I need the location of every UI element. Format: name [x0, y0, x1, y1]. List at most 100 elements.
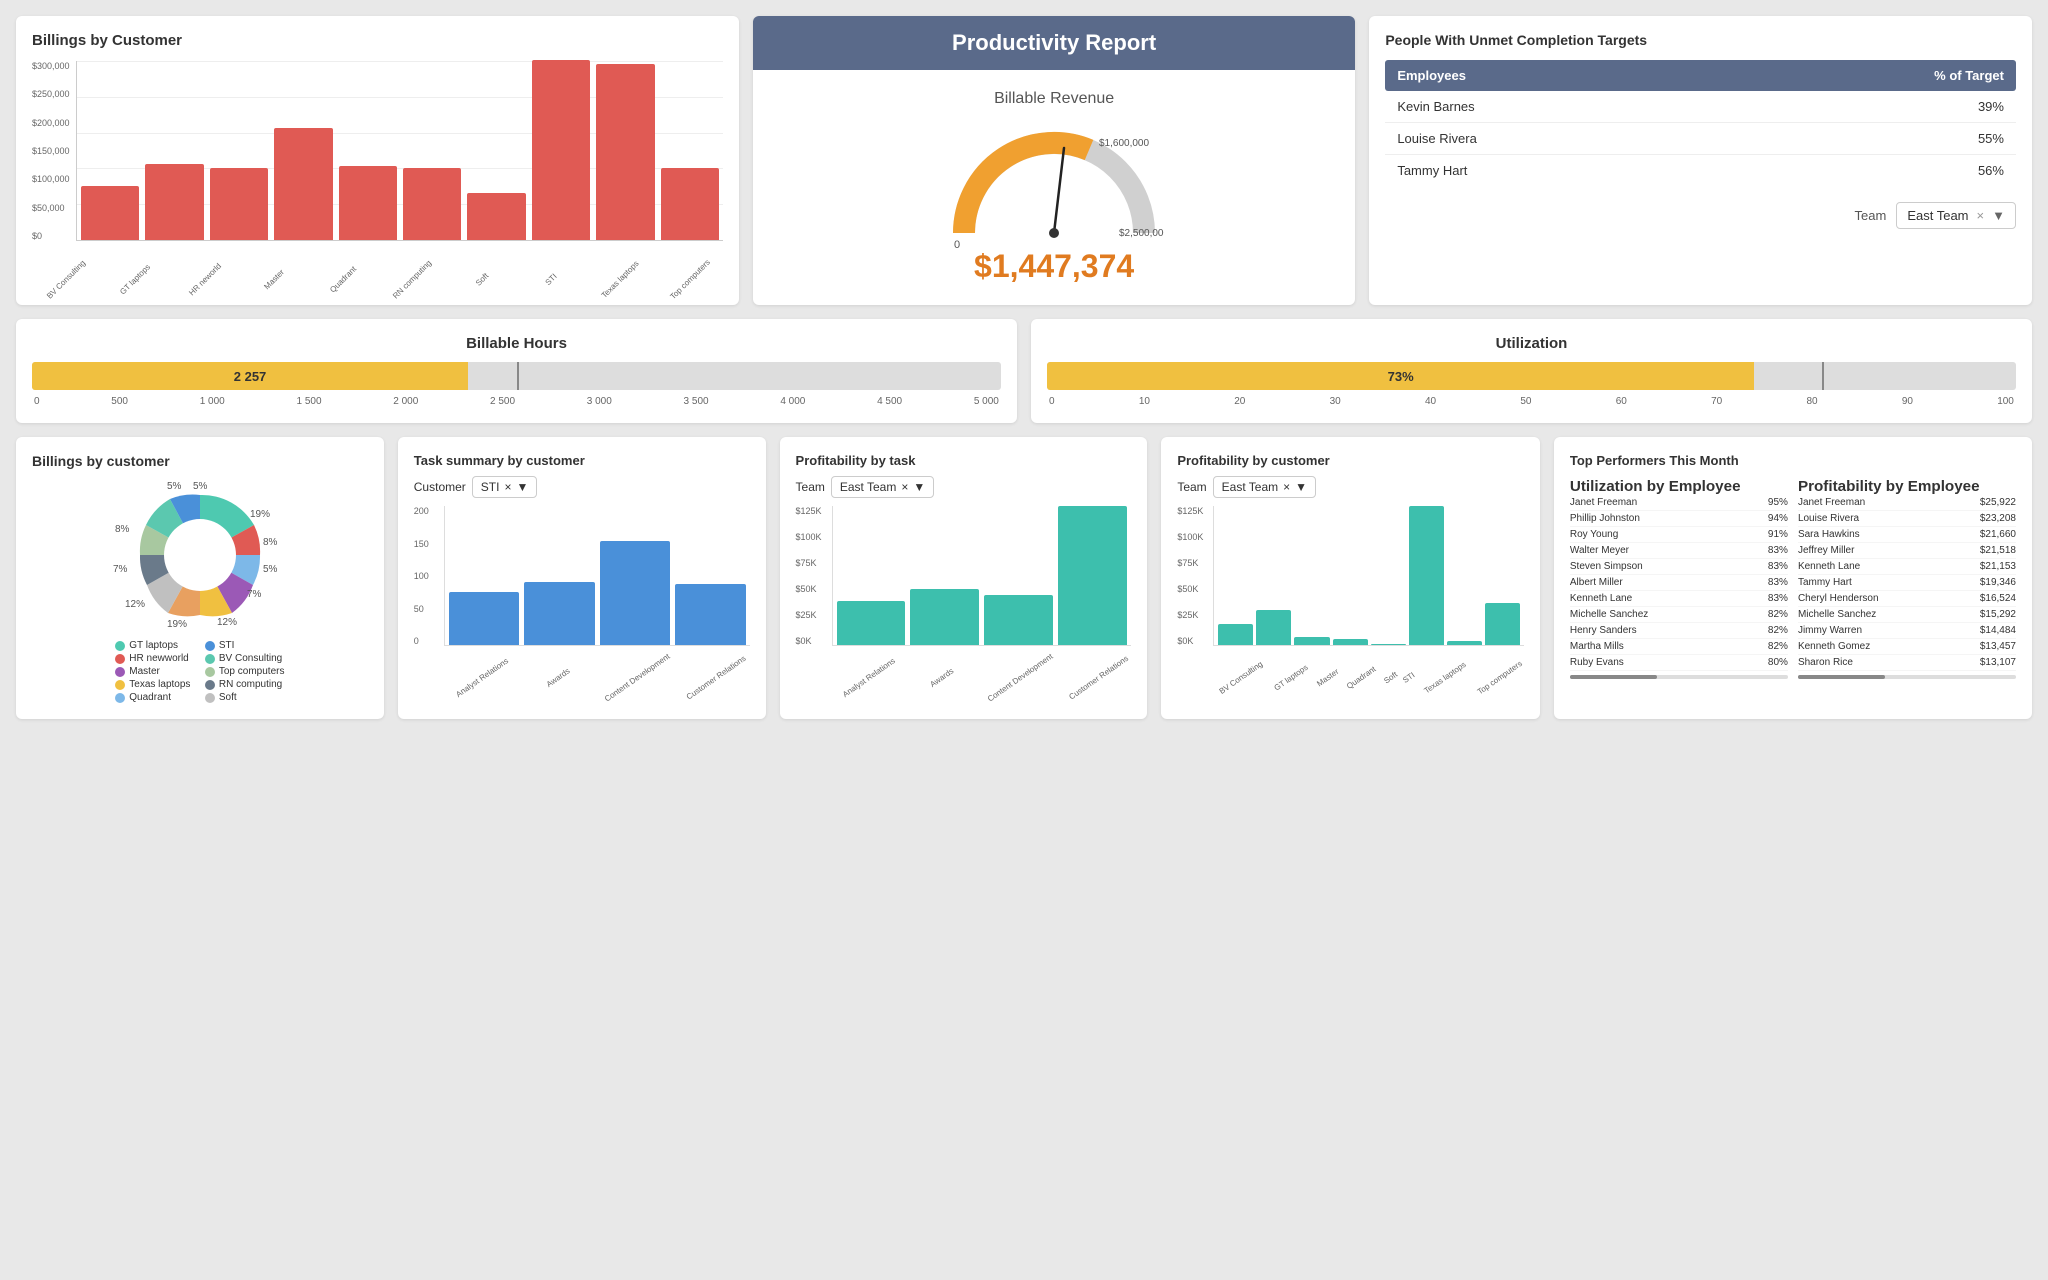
- legend-item: GT laptops: [115, 640, 195, 651]
- performer-util-val: 91%: [1768, 529, 1788, 540]
- x-label-item: BV Consulting: [41, 255, 92, 306]
- prof-scroll-thumb[interactable]: [1798, 675, 1885, 679]
- legend-item: STI: [205, 640, 285, 651]
- top-performers-card: Top Performers This Month Utilization by…: [1554, 437, 2032, 719]
- bar-awards: [524, 582, 594, 645]
- donut-legend: GT laptops STI HR newworld BV Consulting…: [115, 640, 284, 703]
- prof-task-dropdown[interactable]: East Team × ▼: [831, 476, 934, 498]
- pcbar-quadrant: [1333, 639, 1368, 645]
- legend-item: RN computing: [205, 679, 285, 690]
- bar-content: [600, 541, 670, 645]
- team-dropdown[interactable]: East Team × ▼: [1896, 202, 2016, 229]
- prof-customer-dropdown[interactable]: East Team × ▼: [1213, 476, 1316, 498]
- util-scroll-thumb[interactable]: [1570, 675, 1657, 679]
- prof-task-team-selector: Team East Team × ▼: [796, 476, 1132, 498]
- bar-item: [403, 168, 461, 240]
- performer-prof-val: $16,524: [1980, 593, 2016, 604]
- target-pct: 56%: [1978, 163, 2004, 178]
- performer-prof-val: $25,922: [1980, 497, 2016, 508]
- performer-name: Roy Young: [1570, 529, 1618, 540]
- legend-item: HR newworld: [115, 653, 195, 664]
- performer-name: Tammy Hart: [1798, 577, 1852, 588]
- prof-rows: Janet Freeman$25,922Louise Rivera$23,208…: [1798, 495, 2016, 671]
- prof-customer-team-value: East Team: [1222, 480, 1278, 494]
- x-label-item: Soft: [457, 255, 508, 306]
- bar-item: [596, 64, 654, 240]
- bar-item: [532, 60, 590, 240]
- prof-task-team-label: Team: [796, 480, 825, 494]
- bar-item: [467, 193, 525, 240]
- prof-scroll-track[interactable]: [1798, 675, 2016, 679]
- legend-item: Top computers: [205, 666, 285, 677]
- target-col-header: % of Target: [1934, 68, 2004, 83]
- billable-hours-tick: [517, 362, 519, 390]
- productivity-report-body: Billable Revenue 0 $1,600,000 $2,500,000…: [753, 70, 1355, 305]
- table-row: Louise Rivera55%: [1385, 123, 2016, 155]
- pcbar-texas: [1447, 641, 1482, 645]
- performer-util-val: 95%: [1768, 497, 1788, 508]
- clear-customer-icon[interactable]: ×: [504, 480, 511, 494]
- customer-dropdown[interactable]: STI × ▼: [472, 476, 538, 498]
- legend-item: Master: [115, 666, 195, 677]
- billable-hours-card: Billable Hours 2 257 0 500 1 000 1 500 2…: [16, 319, 1017, 423]
- prof-customer-bar-area: [1213, 506, 1524, 646]
- performer-row: Jeffrey Miller$21,518: [1798, 543, 2016, 559]
- x-label-item: Master: [249, 255, 300, 306]
- prof-task-bar-area: [832, 506, 1132, 646]
- bar-item: [210, 168, 268, 240]
- util-col-header: Utilization by Employee: [1570, 478, 1788, 495]
- performer-row: Cheryl Henderson$16,524: [1798, 591, 2016, 607]
- clear-prof-task-icon[interactable]: ×: [901, 480, 908, 494]
- utilization-card: Utilization 73% 0 10 20 30 40 50 60 70 8…: [1031, 319, 2032, 423]
- legend-item: BV Consulting: [205, 653, 285, 664]
- customer-label: Customer: [414, 480, 466, 494]
- x-label-item: GT laptops: [111, 255, 162, 306]
- legend-item: Soft: [205, 692, 285, 703]
- svg-text:5%: 5%: [263, 564, 278, 575]
- performer-prof-val: $14,484: [1980, 625, 2016, 636]
- performer-name: Janet Freeman: [1798, 497, 1865, 508]
- x-label-item: RN computing: [388, 255, 439, 306]
- prof-task-x-labels: Analyst Relations Awards Content Develop…: [796, 674, 1132, 683]
- performer-prof-val: $15,292: [1980, 609, 2016, 620]
- task-summary-title: Task summary by customer: [414, 453, 750, 468]
- performer-row: Kenneth Lane83%: [1570, 591, 1788, 607]
- prof-task-card: Profitability by task Team East Team × ▼…: [780, 437, 1148, 719]
- pcbar-soft: [1371, 644, 1406, 645]
- prof-task-team-value: East Team: [840, 480, 896, 494]
- legend-item: Texas laptops: [115, 679, 195, 690]
- performer-prof-val: $13,457: [1980, 641, 2016, 652]
- billable-hours-value: 2 257: [234, 369, 267, 384]
- prof-customer-title: Profitability by customer: [1177, 453, 1524, 468]
- svg-text:5%: 5%: [167, 481, 182, 492]
- util-scroll-track[interactable]: [1570, 675, 1788, 679]
- prof-task-arrow-icon: ▼: [913, 480, 925, 494]
- svg-text:5%: 5%: [193, 481, 208, 492]
- performer-name: Janet Freeman: [1570, 497, 1637, 508]
- employee-name: Louise Rivera: [1397, 131, 1978, 146]
- clear-team-button[interactable]: ×: [1977, 208, 1985, 223]
- billable-hours-fill: 2 257: [32, 362, 468, 390]
- team-selector: Team East Team × ▼: [1385, 202, 2016, 229]
- performer-row: Sharon Rice$13,107: [1798, 655, 2016, 671]
- task-bar-area: [444, 506, 750, 646]
- performer-row: Janet Freeman $25,922: [1798, 495, 2016, 511]
- performer-name: Phillip Johnston: [1570, 513, 1640, 524]
- svg-text:7%: 7%: [247, 589, 262, 600]
- performer-row: Albert Miller83%: [1570, 575, 1788, 591]
- x-label-item: STI: [526, 255, 577, 306]
- clear-prof-customer-icon[interactable]: ×: [1283, 480, 1290, 494]
- performer-name: Sharon Rice: [1798, 657, 1853, 668]
- employees-col-header: Employees: [1397, 68, 1934, 83]
- bar-analyst: [449, 592, 519, 645]
- employee-name: Tammy Hart: [1397, 163, 1978, 178]
- table-row: Tammy Hart56%: [1385, 155, 2016, 186]
- performer-row: Kenneth Gomez$13,457: [1798, 639, 2016, 655]
- performer-row: Sara Hawkins$21,660: [1798, 527, 2016, 543]
- customer-arrow-icon: ▼: [516, 480, 528, 494]
- prof-customer-card: Profitability by customer Team East Team…: [1161, 437, 1540, 719]
- performer-name: Albert Miller: [1570, 577, 1623, 588]
- performer-name: Jeffrey Miller: [1798, 545, 1855, 556]
- gauge-value: $1,447,374: [773, 248, 1335, 285]
- billable-revenue-label: Billable Revenue: [773, 90, 1335, 108]
